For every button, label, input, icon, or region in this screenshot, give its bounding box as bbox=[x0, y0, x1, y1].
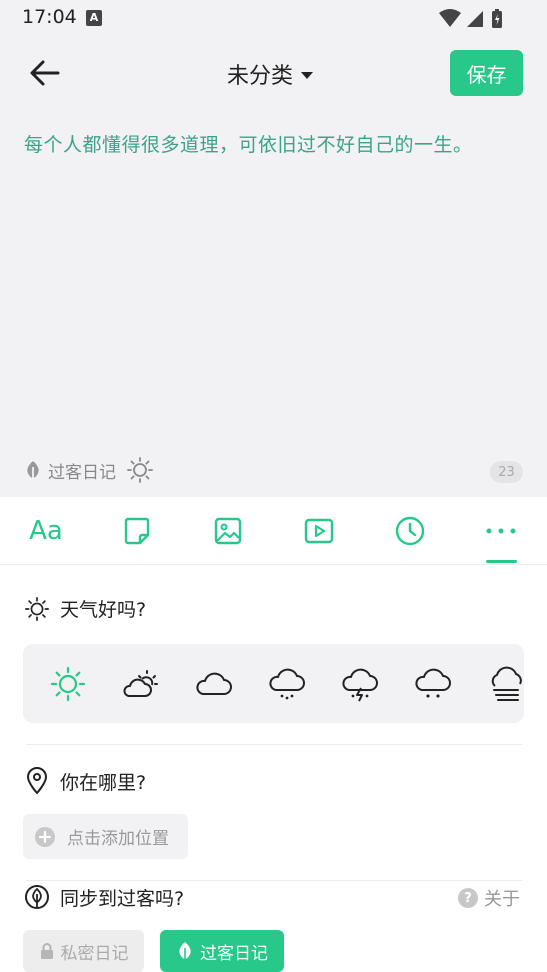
cloudy-icon bbox=[196, 672, 232, 695]
diary-text[interactable]: 每个人都懂得很多道理，可依旧过不好自己的一生。 bbox=[24, 130, 534, 157]
public-diary-label: 过客日记 bbox=[200, 943, 268, 964]
status-icons bbox=[437, 8, 507, 34]
sunny-icon bbox=[50, 666, 86, 702]
about-label: 关于 bbox=[484, 889, 520, 910]
snow-icon bbox=[415, 668, 451, 698]
lock-icon bbox=[40, 943, 53, 959]
save-button[interactable]: 保存 bbox=[450, 50, 523, 96]
leaf-icon bbox=[179, 942, 191, 960]
active-tab-indicator bbox=[486, 560, 517, 563]
fog-icon bbox=[491, 666, 522, 701]
about-link[interactable]: ? 关于 bbox=[458, 885, 520, 911]
notification-icon: A bbox=[86, 10, 102, 26]
status-bar: 17:04 A bbox=[0, 0, 547, 36]
weather-thunderstorm-option[interactable] bbox=[340, 664, 380, 704]
private-diary-button[interactable]: 私密日记 bbox=[23, 930, 144, 972]
weather-cloudy-option[interactable] bbox=[194, 664, 234, 704]
weather-title: 天气好吗? bbox=[60, 599, 147, 621]
partly-cloudy-icon bbox=[123, 670, 158, 697]
more-dots-icon bbox=[486, 528, 516, 534]
public-diary-button[interactable]: 过客日记 bbox=[160, 930, 284, 972]
wifi-icon bbox=[439, 9, 461, 27]
meta-row: 过客日记 bbox=[24, 456, 154, 484]
sun-icon bbox=[25, 596, 49, 621]
char-count-badge: 23 bbox=[490, 461, 523, 483]
question-icon: ? bbox=[458, 888, 478, 908]
caret-down-icon bbox=[301, 71, 314, 79]
toolbar: Aa bbox=[0, 497, 547, 565]
weather-partly-cloudy-option[interactable] bbox=[121, 664, 161, 704]
note-button[interactable] bbox=[115, 511, 159, 551]
location-title: 你在哪里? bbox=[60, 771, 147, 794]
weather-rain-option[interactable] bbox=[267, 664, 307, 704]
back-button[interactable] bbox=[26, 54, 64, 92]
arrow-left-icon bbox=[30, 60, 60, 86]
divider bbox=[26, 744, 522, 745]
weather-fog-option[interactable] bbox=[486, 664, 524, 704]
image-icon bbox=[214, 517, 242, 545]
video-icon bbox=[304, 518, 334, 544]
weather-snow-option[interactable] bbox=[413, 664, 453, 704]
plus-circle-icon bbox=[35, 826, 55, 847]
image-button[interactable] bbox=[206, 511, 250, 551]
add-location-button[interactable]: 点击添加位置 bbox=[23, 814, 188, 859]
add-location-label: 点击添加位置 bbox=[67, 829, 169, 849]
bottom-panel: Aa 天气好吗? 你在哪里? 点击添加位置 同步到过客吗? ? 关于 私密日记 … bbox=[0, 497, 547, 972]
sync-section-title: 同步到过客吗? bbox=[24, 883, 184, 911]
time-button[interactable] bbox=[388, 511, 432, 551]
weather-section-title: 天气好吗? bbox=[24, 595, 146, 622]
divider bbox=[26, 880, 522, 881]
font-button[interactable]: Aa bbox=[24, 511, 68, 551]
rain-icon bbox=[269, 668, 305, 700]
thunderstorm-icon bbox=[342, 668, 378, 702]
sync-title: 同步到过客吗? bbox=[60, 887, 185, 910]
category-dropdown[interactable]: 未分类 bbox=[227, 58, 314, 90]
header: 未分类 保存 bbox=[0, 40, 547, 106]
sun-icon bbox=[127, 457, 153, 483]
video-button[interactable] bbox=[297, 511, 341, 551]
journal-label: 过客日记 bbox=[48, 462, 116, 483]
category-label: 未分类 bbox=[227, 64, 294, 89]
more-button[interactable] bbox=[479, 511, 523, 551]
private-diary-label: 私密日记 bbox=[60, 943, 129, 964]
location-section-title: 你在哪里? bbox=[24, 767, 146, 795]
signal-icon bbox=[467, 11, 483, 27]
weather-sunny-option[interactable] bbox=[48, 664, 88, 704]
status-time: 17:04 bbox=[22, 6, 77, 28]
clock-icon bbox=[395, 516, 425, 546]
note-icon bbox=[124, 517, 150, 545]
font-icon: Aa bbox=[29, 516, 63, 546]
leaf-icon bbox=[27, 461, 39, 479]
weather-picker bbox=[23, 644, 524, 723]
location-pin-icon bbox=[27, 767, 47, 794]
leaf-circle-icon bbox=[25, 885, 49, 909]
